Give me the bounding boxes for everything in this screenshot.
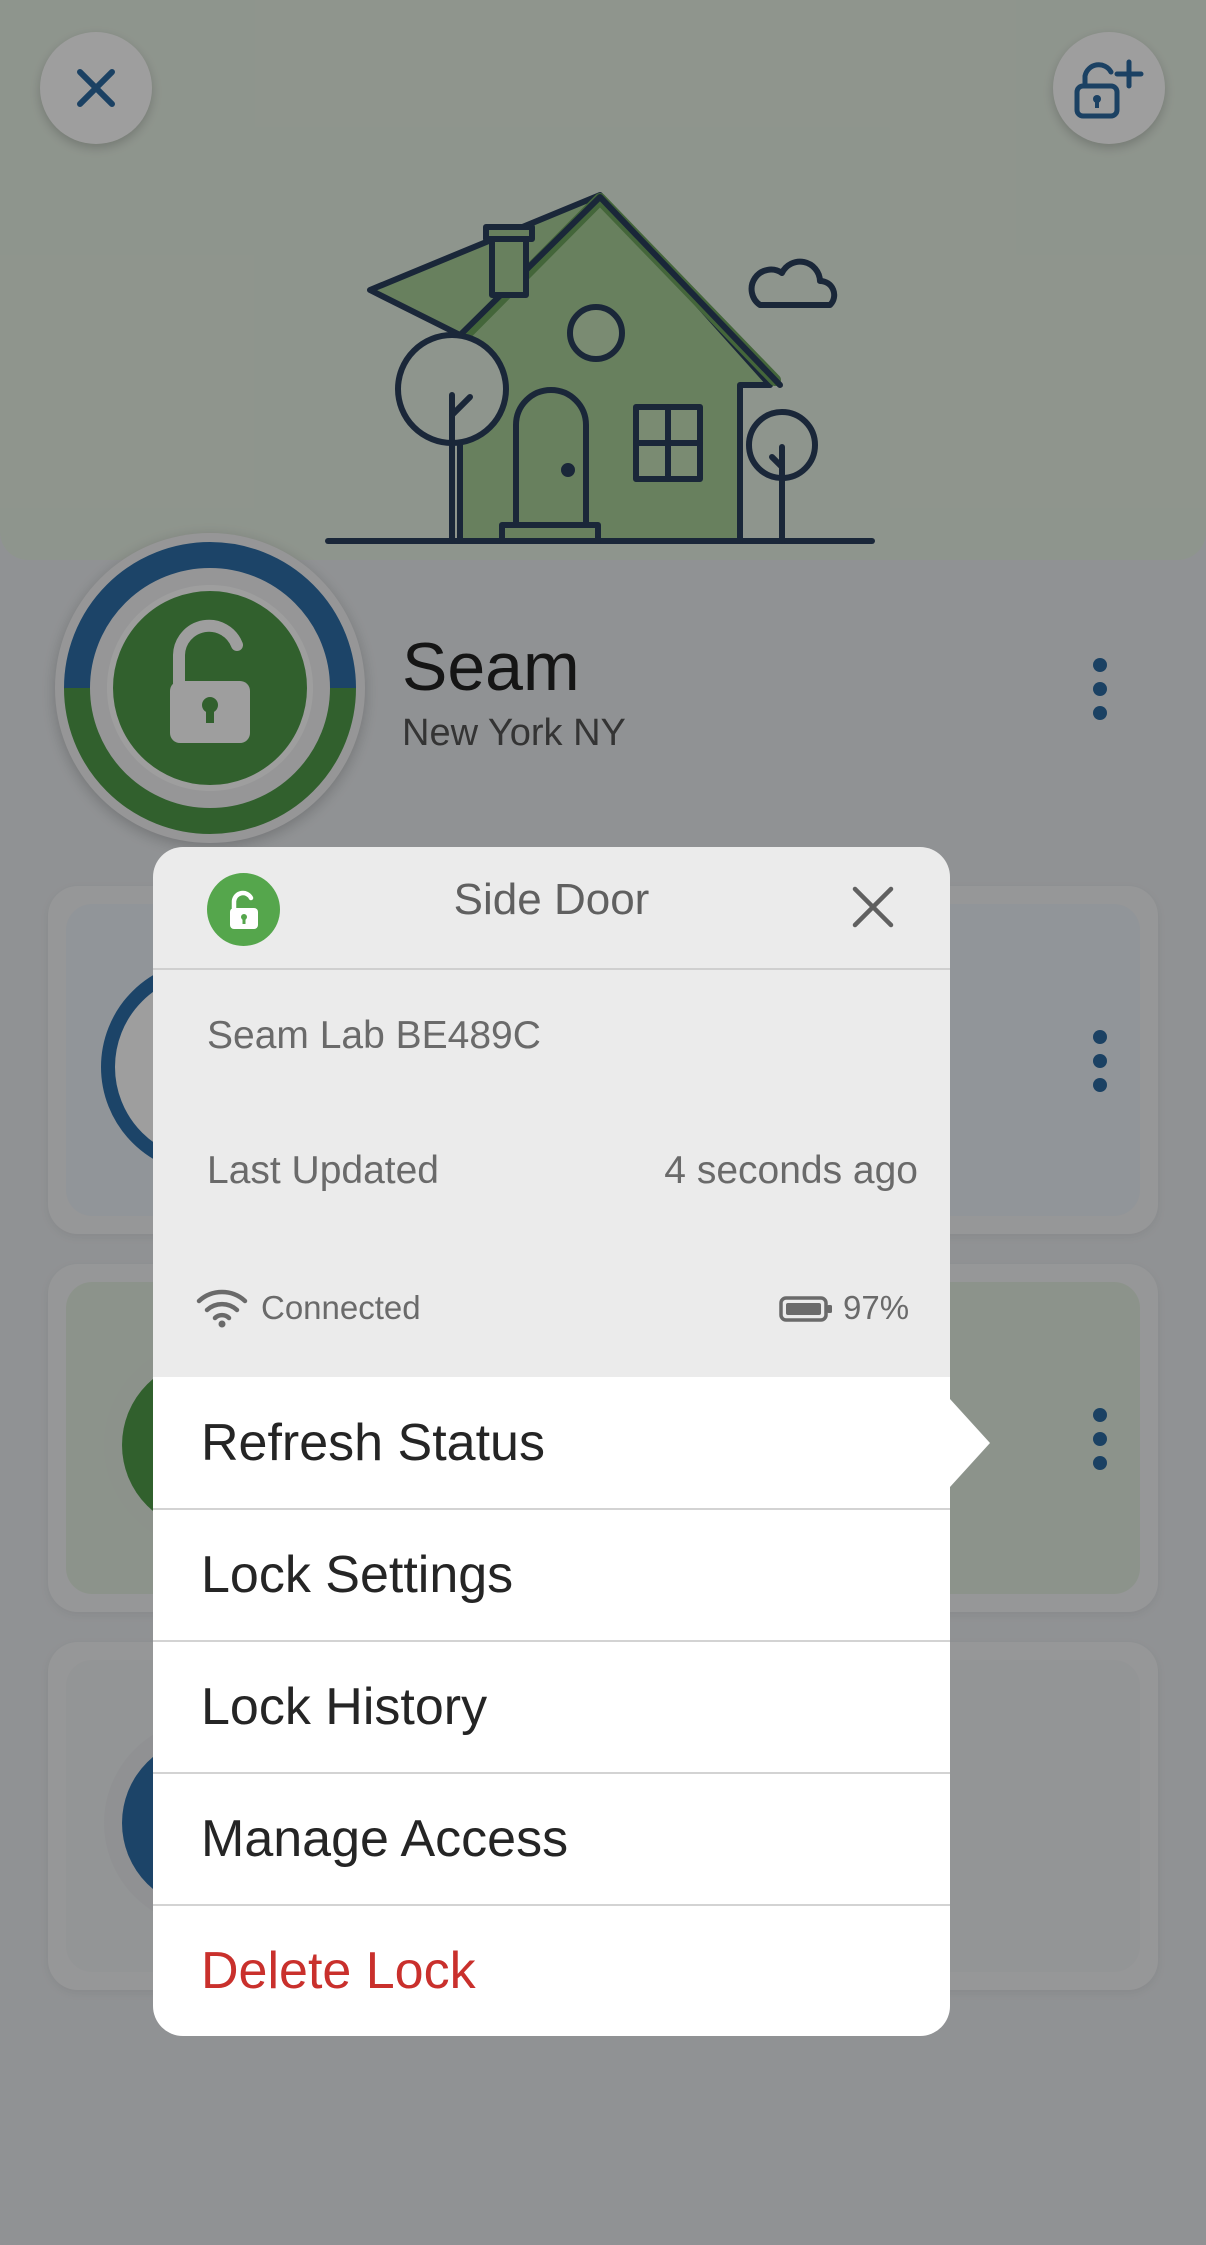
battery-icon (779, 1296, 832, 1322)
lock-actions-menu: Refresh Status Lock Settings Lock Histor… (153, 1377, 950, 2036)
popup-header: Side Door Seam Lab BE489C Last Updated 4… (153, 847, 950, 1377)
manage-access-item[interactable]: Manage Access (153, 1773, 950, 1905)
last-updated-label: Last Updated (207, 1149, 440, 1192)
close-icon (852, 886, 894, 928)
device-model: Seam Lab BE489C (207, 1014, 541, 1057)
popup-close-button[interactable] (843, 877, 903, 937)
connection-status: Connected (261, 1289, 421, 1326)
popup-title: Side Door (453, 875, 650, 924)
lock-history-item[interactable]: Lock History (153, 1641, 950, 1773)
lock-detail-popup: Side Door Seam Lab BE489C Last Updated 4… (153, 847, 990, 2036)
wifi-icon (196, 1289, 248, 1328)
lock-settings-item[interactable]: Lock Settings (153, 1509, 950, 1641)
battery-level: 97% (843, 1289, 910, 1326)
divider (153, 968, 950, 970)
delete-lock-item[interactable]: Delete Lock (153, 1905, 950, 2037)
refresh-status-item[interactable]: Refresh Status (153, 1377, 950, 1509)
popup-pointer (950, 1399, 990, 1487)
last-updated-value: 4 seconds ago (664, 1149, 918, 1192)
